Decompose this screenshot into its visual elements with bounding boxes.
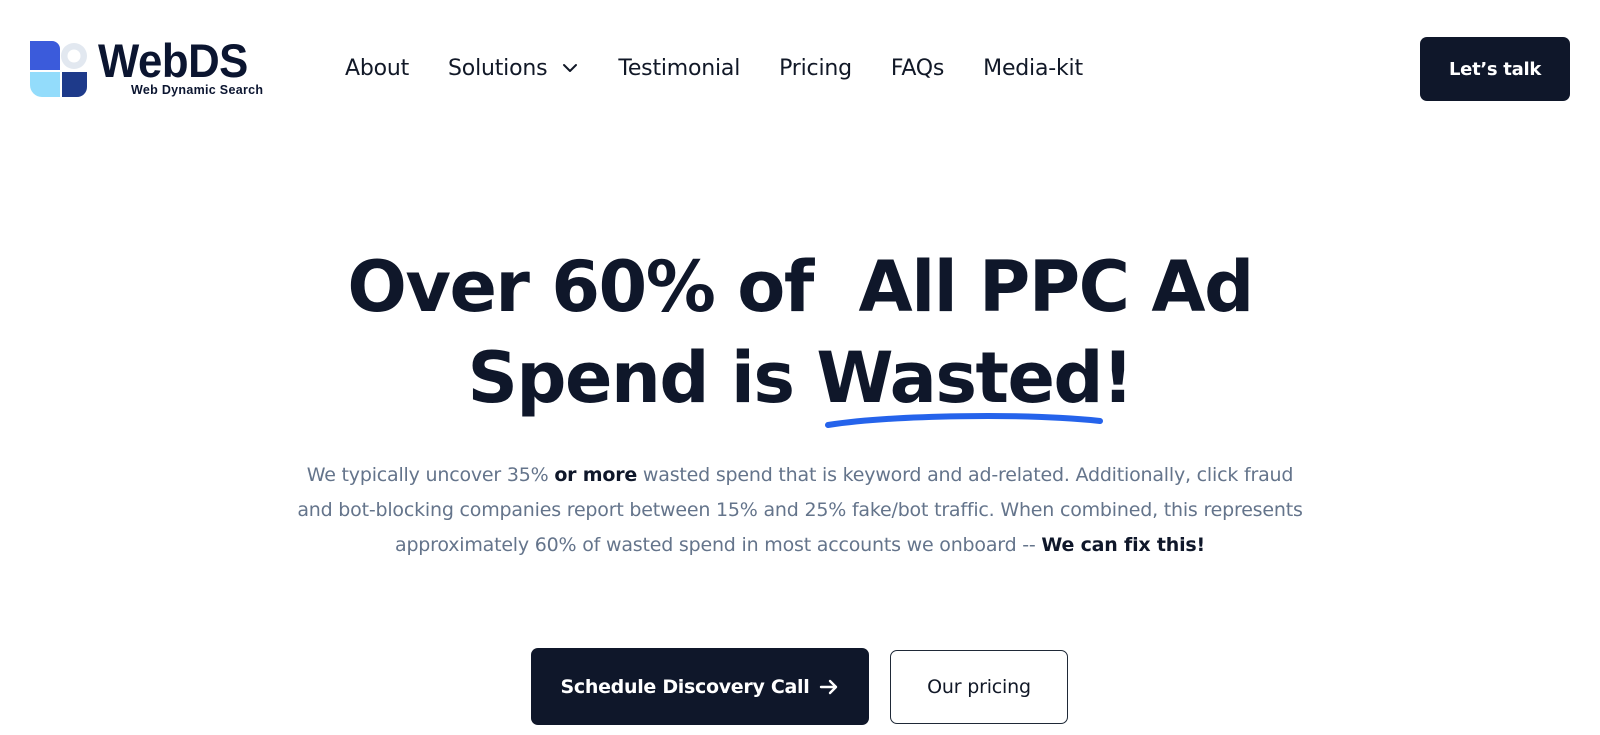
our-pricing-button[interactable]: Our pricing <box>890 650 1068 724</box>
hero-title-prefix: Spend is <box>467 337 817 419</box>
landing-page: WebDS Web Dynamic Search About Solutions… <box>0 0 1600 735</box>
nav-item-label: Testimonial <box>618 55 741 81</box>
hero-title-line-2: Spend is Wasted! <box>0 333 1600 428</box>
lets-talk-button[interactable]: Let’s talk <box>1420 37 1570 101</box>
nav-item-pricing[interactable]: Pricing <box>779 56 852 81</box>
hero-title-suffix: ! <box>1102 337 1134 419</box>
hero-title: Over 60% of All PPC Ad Spend is Wasted! <box>0 242 1600 428</box>
hero-title-highlight: Wasted <box>816 337 1103 419</box>
underline-swoosh-icon <box>825 413 1104 428</box>
brand-tagline: Web Dynamic Search <box>131 83 264 97</box>
nav-item-faqs[interactable]: FAQs <box>891 56 944 81</box>
hero-desc-emphasis-2: We can fix this! <box>1041 534 1205 556</box>
hero-desc-emphasis-1: or more <box>554 464 638 486</box>
hero-desc-part-1: We typically uncover 35% <box>306 464 555 486</box>
arrow-right-icon <box>820 679 838 694</box>
site-header: WebDS Web Dynamic Search About Solutions… <box>0 0 1600 135</box>
nav-item-label: Solutions <box>448 55 548 81</box>
nav-item-label: About <box>345 55 410 81</box>
brand-logo[interactable]: WebDS Web Dynamic Search <box>30 34 264 102</box>
nav-item-label: Media-kit <box>983 55 1083 81</box>
nav-item-testimonial[interactable]: Testimonial <box>618 56 740 81</box>
nav-item-label: Pricing <box>779 55 852 81</box>
schedule-discovery-call-label: Schedule Discovery Call <box>560 675 810 698</box>
hero-title-line-1: Over 60% of All PPC Ad <box>347 246 1254 328</box>
main-nav: About Solutions Testimonial Pricing FAQs… <box>345 52 1083 84</box>
chevron-down-icon <box>563 64 578 72</box>
nav-item-about[interactable]: About <box>345 56 409 81</box>
nav-item-solutions[interactable]: Solutions <box>448 56 579 81</box>
schedule-discovery-call-button[interactable]: Schedule Discovery Call <box>531 648 869 725</box>
brand-name: WebDS <box>98 34 248 87</box>
nav-item-media-kit[interactable]: Media-kit <box>983 56 1083 81</box>
logo-mark-icon <box>30 41 87 97</box>
hero-title-highlight-wrap: Wasted <box>816 333 1104 428</box>
hero-description: We typically uncover 35% or more wasted … <box>290 458 1310 563</box>
nav-item-label: FAQs <box>890 55 945 81</box>
